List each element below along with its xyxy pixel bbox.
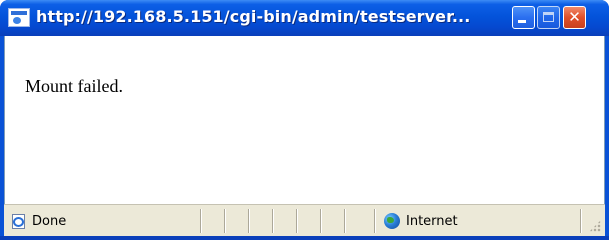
- status-divider: [344, 209, 346, 233]
- ie-page-icon: [8, 8, 30, 27]
- title-bar[interactable]: http://192.168.5.151/cgi-bin/admin/tests…: [0, 0, 609, 36]
- status-divider: [580, 209, 582, 233]
- zone-text: Internet: [406, 213, 458, 229]
- status-divider: [224, 209, 226, 233]
- error-message: Mount failed.: [25, 76, 123, 96]
- status-divider: [272, 209, 274, 233]
- status-divider: [374, 209, 376, 233]
- close-icon: ✕: [568, 8, 581, 26]
- page-content: Mount failed.: [4, 36, 605, 204]
- status-divider: [320, 209, 322, 233]
- status-bar: Done Internet: [4, 204, 605, 236]
- status-divider: [200, 209, 202, 233]
- popup-window: http://192.168.5.151/cgi-bin/admin/tests…: [0, 0, 609, 240]
- globe-icon: [384, 213, 400, 229]
- maximize-button[interactable]: [537, 6, 560, 29]
- security-zone: Internet: [384, 211, 458, 231]
- window-title: http://192.168.5.151/cgi-bin/admin/tests…: [36, 7, 471, 26]
- window-frame-bottom: [0, 236, 609, 240]
- status-done: Done: [10, 211, 66, 231]
- status-text: Done: [32, 213, 67, 229]
- status-divider: [296, 209, 298, 233]
- resize-grip[interactable]: [589, 220, 601, 232]
- status-divider: [248, 209, 250, 233]
- close-button[interactable]: ✕: [563, 6, 586, 29]
- ie-page-icon: [10, 213, 28, 230]
- minimize-button[interactable]: [512, 6, 535, 29]
